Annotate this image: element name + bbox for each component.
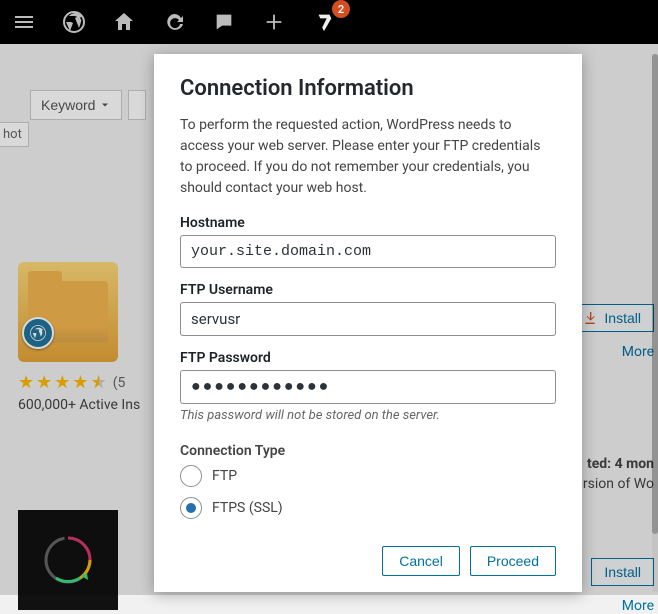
password-hint: This password will not be stored on the …	[180, 408, 556, 423]
connection-modal: Connection Information To perform the re…	[154, 54, 582, 592]
modal-scrollbar[interactable]	[652, 54, 658, 592]
radio-ftps[interactable]: FTPS (SSL)	[180, 497, 556, 519]
proceed-button[interactable]: Proceed	[470, 546, 556, 576]
modal-intro: To perform the requested action, WordPre…	[180, 115, 556, 199]
home-icon[interactable]	[106, 4, 142, 40]
scroll-thumb[interactable]	[652, 54, 658, 534]
admin-bar: 2	[0, 0, 658, 44]
more-link-2[interactable]: More	[591, 598, 654, 614]
refresh-icon[interactable]	[156, 4, 192, 40]
wordpress-logo-icon[interactable]	[56, 4, 92, 40]
username-label: FTP Username	[180, 282, 556, 298]
username-field[interactable]	[180, 302, 556, 336]
radio-ftp-label: FTP	[212, 468, 237, 484]
cancel-button[interactable]: Cancel	[382, 546, 460, 576]
radio-ftp[interactable]: FTP	[180, 465, 556, 487]
modal-title: Connection Information	[180, 76, 556, 101]
radio-icon	[180, 465, 202, 487]
hostname-field[interactable]	[180, 235, 556, 268]
password-field[interactable]: ●●●●●●●●●●●●	[180, 370, 556, 404]
menu-icon[interactable]	[6, 4, 42, 40]
notification-badge: 2	[332, 0, 350, 18]
password-label: FTP Password	[180, 350, 556, 366]
conntype-label: Connection Type	[180, 443, 556, 459]
plus-icon[interactable]	[256, 4, 292, 40]
modal-footer: Cancel Proceed	[180, 546, 556, 576]
comment-icon[interactable]	[206, 4, 242, 40]
hostname-label: Hostname	[180, 215, 556, 231]
radio-ftps-label: FTPS (SSL)	[212, 500, 283, 516]
yoast-icon[interactable]: 2	[306, 4, 342, 40]
radio-icon-checked	[180, 497, 202, 519]
